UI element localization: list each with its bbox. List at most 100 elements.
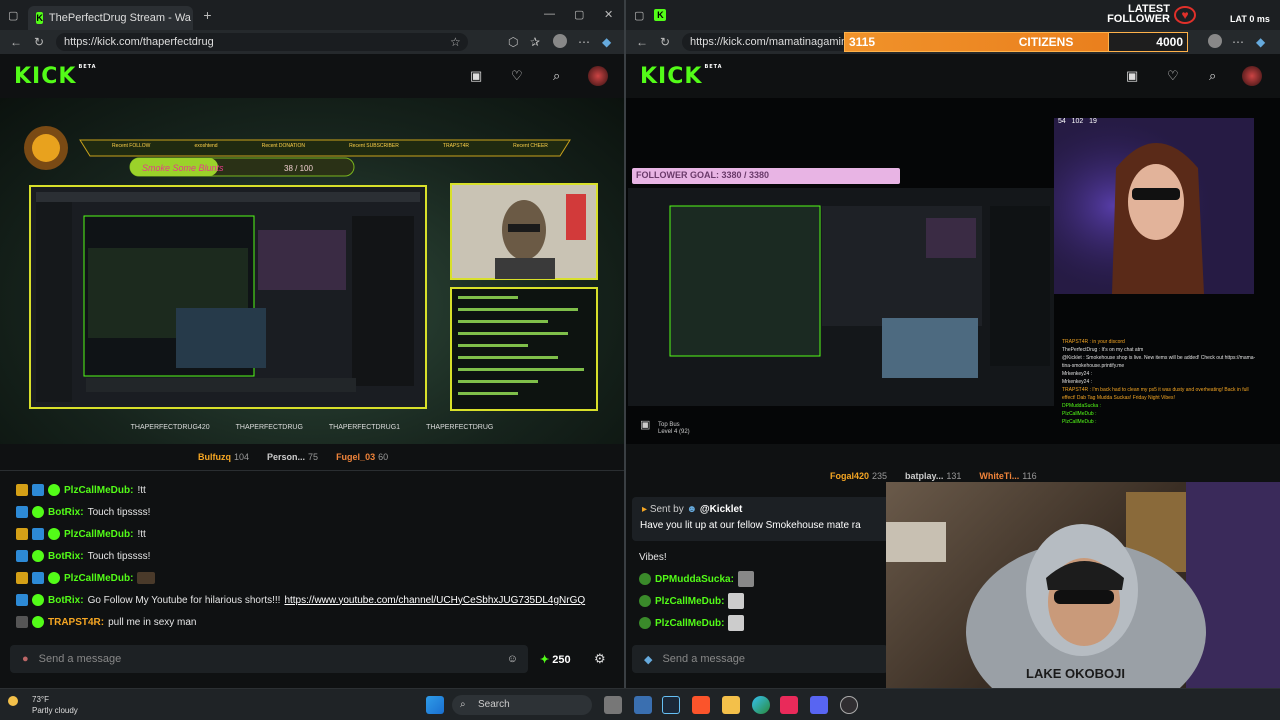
back-icon[interactable]: ← bbox=[10, 35, 22, 49]
user-avatar[interactable] bbox=[588, 66, 608, 86]
search-icon[interactable]: ⌕ bbox=[1209, 68, 1216, 84]
edge-icon[interactable] bbox=[752, 696, 770, 714]
chat-message[interactable]: PlzCallMeDub: !tt bbox=[16, 523, 616, 545]
chat-username[interactable]: BotRix: bbox=[48, 551, 84, 562]
gifter-1[interactable]: Fogal420 235 bbox=[830, 471, 887, 481]
chat-message[interactable]: TRAPST4R: pull me in sexy man bbox=[16, 611, 616, 633]
chat-input[interactable]: ◆ Send a message bbox=[632, 645, 888, 673]
back-icon[interactable]: ← bbox=[636, 35, 648, 49]
clips-icon[interactable]: ▣ bbox=[1126, 68, 1138, 84]
new-tab-icon[interactable]: + bbox=[203, 7, 211, 23]
social-youtube[interactable]: THAPERFECTDRUG bbox=[426, 424, 493, 440]
chat-message[interactable]: Vibes! bbox=[639, 546, 889, 568]
points-display[interactable]: ✦ 250 bbox=[540, 653, 571, 666]
mini-chat-line: PlzCallMeDub : bbox=[1062, 419, 1097, 425]
reload-icon[interactable]: ↻ bbox=[34, 35, 44, 49]
maximize-icon[interactable]: ▢ bbox=[574, 8, 584, 21]
chat-text: !tt bbox=[137, 528, 146, 540]
favorites-icon[interactable]: ✰ bbox=[530, 35, 540, 49]
chat-message[interactable]: PlzCallMeDub: !tt bbox=[16, 479, 616, 501]
following-heart-icon[interactable]: ♡ bbox=[1167, 68, 1179, 84]
star-icon[interactable]: ☆ bbox=[450, 35, 461, 49]
copilot-icon[interactable]: ◆ bbox=[602, 35, 611, 49]
sent-by-label: Sent by bbox=[649, 504, 684, 515]
gifter-2[interactable]: batplay... 131 bbox=[905, 471, 961, 481]
chat-username[interactable]: BotRix: bbox=[48, 595, 84, 606]
chat-username[interactable]: PlzCallMeDub: bbox=[64, 529, 133, 540]
chat-username[interactable]: PlzCallMeDub: bbox=[655, 596, 724, 607]
profile-avatar[interactable] bbox=[1208, 34, 1222, 48]
close-window-icon[interactable]: ✕ bbox=[604, 8, 613, 21]
more-icon[interactable]: ⋯ bbox=[1232, 35, 1244, 49]
tab-active[interactable]: K ThePerfectDrug Stream - Wa ✕ bbox=[28, 6, 194, 30]
tiktok-icon[interactable] bbox=[780, 696, 798, 714]
more-icon[interactable]: ⋯ bbox=[578, 35, 590, 49]
chat-link[interactable]: https://www.youtube.com/channel/UCHyCeSb… bbox=[284, 595, 585, 606]
file-explorer-icon[interactable] bbox=[722, 696, 740, 714]
brave-icon[interactable] bbox=[692, 696, 710, 714]
taskbar-search[interactable]: ⌕ Search bbox=[452, 695, 592, 715]
stream-video[interactable]: FOLLOWER GOAL: 3380 / 3380 54 102 19 TRA… bbox=[626, 98, 1280, 444]
recent-events: Recent FOLLOW exoshtend Recent DONATION … bbox=[90, 143, 570, 149]
chat-username[interactable]: PlzCallMeDub: bbox=[64, 573, 133, 584]
social-facebook[interactable]: THAPERFECTDRUG bbox=[236, 424, 303, 440]
chat-message[interactable]: BotRix: Go Follow My Youtube for hilario… bbox=[16, 589, 616, 611]
gifter-name: batplay... bbox=[905, 471, 944, 481]
social-instagram[interactable]: THAPERFECTDRUG420 bbox=[131, 424, 210, 440]
latest-follower-badge: LATEST FOLLOWER ♥ bbox=[1072, 4, 1196, 28]
logo-beta: BETA bbox=[78, 64, 97, 70]
gifter-2[interactable]: Person... 75 bbox=[267, 452, 318, 462]
clips-icon[interactable]: ▣ bbox=[470, 68, 482, 84]
chat-input[interactable]: ● Send a message ☺ bbox=[10, 645, 528, 673]
copilot-icon[interactable]: ◆ bbox=[1256, 35, 1265, 49]
reload-icon[interactable]: ↻ bbox=[660, 35, 670, 49]
cam-stats: 54 102 19 bbox=[1058, 118, 1097, 125]
chat-message[interactable]: BotRix: Touch tipssss! bbox=[16, 545, 616, 567]
gifter-3[interactable]: WhiteTi... 116 bbox=[979, 471, 1036, 481]
recent-sub-value: TRAPST4R bbox=[442, 143, 470, 149]
steam-icon[interactable] bbox=[662, 696, 680, 714]
stream-video[interactable]: Recent FOLLOW exoshtend Recent DONATION … bbox=[0, 98, 624, 444]
chat-message[interactable]: PlzCallMeDub: bbox=[639, 612, 889, 634]
pinned-message[interactable]: ▸ Sent by ☻ @Kicklet Have you lit up at … bbox=[632, 497, 890, 541]
chat-username[interactable]: TRAPST4R: bbox=[48, 617, 104, 628]
following-heart-icon[interactable]: ♡ bbox=[511, 68, 523, 84]
social-twitter[interactable]: THAPERFECTDRUG1 bbox=[329, 424, 400, 440]
app-icon-1[interactable] bbox=[634, 696, 652, 714]
crown-badge-icon bbox=[16, 484, 28, 496]
profile-avatar[interactable] bbox=[553, 34, 567, 48]
tab-actions-icon[interactable]: ▢ bbox=[8, 9, 18, 22]
chat-username[interactable]: DPMuddaSucka: bbox=[655, 574, 734, 585]
chat-message[interactable]: PlzCallMeDub: bbox=[639, 590, 889, 612]
chat-message[interactable]: DPMuddaSucka: bbox=[639, 568, 889, 590]
emoji-icon[interactable]: ☺ bbox=[507, 653, 518, 665]
latest-follower-text: LATEST FOLLOWER bbox=[1107, 3, 1170, 25]
chat-text: Touch tipssss! bbox=[87, 550, 151, 562]
chat-username[interactable]: PlzCallMeDub: bbox=[64, 485, 133, 496]
kick-logo[interactable]: KICK BETA bbox=[640, 64, 723, 89]
chat-username[interactable]: BotRix: bbox=[48, 507, 84, 518]
url-field[interactable]: https://kick.com/thaperfectdrug bbox=[56, 33, 468, 51]
gifter-3[interactable]: Fugel_03 60 bbox=[336, 452, 388, 462]
minimize-icon[interactable]: — bbox=[544, 8, 555, 20]
obs-icon[interactable] bbox=[840, 696, 858, 714]
chat-message[interactable]: BotRix: Touch tipssss! bbox=[16, 501, 616, 523]
chat-settings-icon[interactable]: ⚙ bbox=[594, 651, 606, 667]
pinned-sender[interactable]: @Kicklet bbox=[700, 504, 743, 515]
discord-icon[interactable] bbox=[810, 696, 828, 714]
user-avatar[interactable] bbox=[1242, 66, 1262, 86]
kick-favicon-icon[interactable]: K bbox=[654, 9, 667, 21]
chat-message[interactable]: PlzCallMeDub: bbox=[16, 567, 616, 589]
start-icon[interactable] bbox=[426, 696, 444, 714]
gifter-name: Fugel_03 bbox=[336, 452, 376, 462]
chat-username[interactable]: PlzCallMeDub: bbox=[655, 618, 724, 629]
kick-logo[interactable]: KICK BETA bbox=[14, 64, 97, 89]
tab-actions-icon[interactable]: ▢ bbox=[634, 9, 644, 22]
weather-widget[interactable]: 73°F Partly cloudy bbox=[8, 694, 78, 716]
extensions-icon[interactable]: ⬡ bbox=[508, 35, 518, 49]
task-view-icon[interactable] bbox=[604, 696, 622, 714]
latency-readout: LAT 0 ms bbox=[1230, 14, 1270, 24]
recent-follow-value: exoshtend bbox=[194, 143, 218, 149]
search-icon[interactable]: ⌕ bbox=[553, 68, 560, 84]
gifter-1[interactable]: Bulfuzq 104 bbox=[198, 452, 249, 462]
